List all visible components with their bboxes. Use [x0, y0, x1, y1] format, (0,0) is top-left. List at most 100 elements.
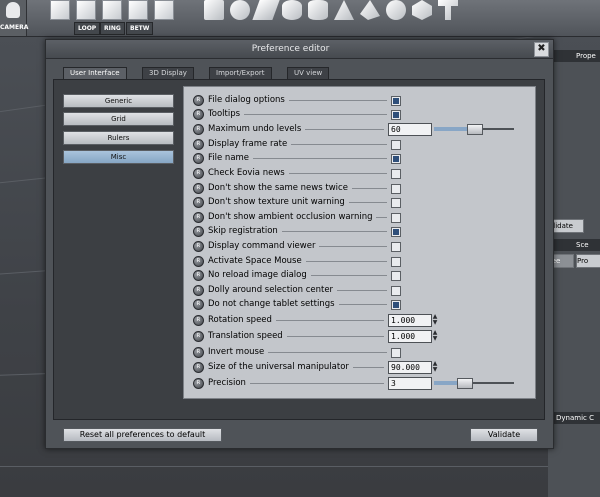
pref-checkbox[interactable] — [391, 96, 401, 106]
validate-button[interactable]: Validate — [470, 428, 538, 442]
pref-value-field[interactable]: 3 — [388, 377, 432, 390]
loop-button[interactable]: LOOP — [74, 22, 101, 35]
dialog-titlebar[interactable]: Preference editor ✖ — [46, 40, 553, 59]
torus-primitive-icon[interactable] — [386, 0, 406, 20]
tab-import-export[interactable]: Import/Export — [209, 67, 272, 79]
reset-pref-icon[interactable]: R — [193, 285, 204, 296]
reset-pref-icon[interactable]: R — [193, 212, 204, 223]
pref-slider-thumb[interactable] — [467, 124, 483, 135]
reset-pref-icon[interactable]: R — [193, 109, 204, 120]
pref-leader-line — [253, 158, 387, 159]
pref-value-field[interactable]: 60 — [388, 123, 432, 136]
pref-checkbox[interactable] — [391, 300, 401, 310]
reset-preferences-button[interactable]: Reset all preferences to default — [63, 428, 222, 442]
reset-pref-icon[interactable]: R — [193, 362, 204, 373]
selection-toolbar: LOOP RING BETW — [48, 0, 190, 36]
reset-pref-icon[interactable]: R — [193, 378, 204, 389]
close-button[interactable]: ✖ — [534, 42, 549, 57]
right-side-panel — [548, 50, 600, 497]
category-generic[interactable]: Generic — [63, 94, 174, 108]
pref-value-field[interactable]: 90.000 — [388, 361, 432, 374]
pref-checkbox[interactable] — [391, 242, 401, 252]
pref-checkbox[interactable] — [391, 169, 401, 179]
reset-pref-icon[interactable]: R — [193, 95, 204, 106]
pref-label: Check Eovia news — [208, 168, 285, 178]
reset-pref-icon[interactable]: R — [193, 183, 204, 194]
pref-row: R Don't show ambient occlusion warning — [184, 210, 535, 224]
pref-row: R Dolly around selection center — [184, 283, 535, 297]
pref-spin-arrows-icon[interactable]: ▲ ▼ — [432, 330, 438, 342]
reset-pref-icon[interactable]: R — [193, 270, 204, 281]
main-toolbar: CAMERA LOOP RING BETW — [0, 0, 600, 37]
cone-primitive-icon[interactable] — [334, 0, 354, 20]
pref-label: Do not change tablet settings — [208, 299, 335, 309]
pref-row: R Don't show the same news twice — [184, 181, 535, 195]
reset-pref-icon[interactable]: R — [193, 299, 204, 310]
pref-checkbox[interactable] — [391, 348, 401, 358]
select-mode-cube-icon[interactable] — [154, 0, 174, 20]
reset-pref-icon[interactable]: R — [193, 139, 204, 150]
polyhedron-primitive-icon[interactable] — [412, 0, 432, 20]
pref-checkbox[interactable] — [391, 286, 401, 296]
pref-checkbox[interactable] — [391, 213, 401, 223]
pref-checkbox[interactable] — [391, 227, 401, 237]
scene-properties-tab[interactable]: Pro — [576, 254, 600, 268]
pref-row: R Translation speed 1.000 ▲ ▼ — [184, 329, 535, 343]
ring-button[interactable]: RING — [100, 22, 125, 35]
pref-label: File name — [208, 153, 250, 163]
pref-checkbox[interactable] — [391, 271, 401, 281]
camera-button[interactable]: CAMERA — [0, 0, 28, 36]
reset-pref-icon[interactable]: R — [193, 197, 204, 208]
select-mode-cube-icon[interactable] — [50, 0, 70, 20]
camera-icon — [6, 2, 20, 18]
cube-primitive-icon[interactable] — [204, 0, 224, 20]
category-misc[interactable]: Misc — [63, 150, 174, 164]
preferences-list: R File dialog options R Tooltips R Maximum un… — [183, 86, 536, 399]
tab-uv-view[interactable]: UV view — [287, 67, 330, 79]
text-primitive-icon[interactable] — [438, 0, 458, 20]
pref-checkbox[interactable] — [391, 140, 401, 150]
pref-row: R Do not change tablet settings — [184, 297, 535, 311]
pref-leader-line — [352, 188, 387, 189]
select-mode-cube-icon[interactable] — [102, 0, 122, 20]
reset-pref-icon[interactable]: R — [193, 315, 204, 326]
pref-checkbox[interactable] — [391, 110, 401, 120]
pref-checkbox[interactable] — [391, 154, 401, 164]
disc-primitive-icon[interactable] — [282, 0, 302, 20]
select-mode-cube-icon[interactable] — [128, 0, 148, 20]
pref-label: Tooltips — [208, 109, 241, 119]
category-grid[interactable]: Grid — [63, 112, 174, 126]
pref-spin-arrows-icon[interactable]: ▲ ▼ — [432, 314, 438, 326]
reset-pref-icon[interactable]: R — [193, 124, 204, 135]
tab-3d-display[interactable]: 3D Display — [142, 67, 194, 79]
pref-spin-arrows-icon[interactable]: ▲ ▼ — [432, 361, 438, 373]
reset-pref-icon[interactable]: R — [193, 256, 204, 267]
scene-panel-header: Sce — [548, 239, 600, 251]
pref-label: Display frame rate — [208, 139, 288, 149]
select-mode-cube-icon[interactable] — [76, 0, 96, 20]
pref-label: Skip registration — [208, 226, 278, 236]
plane-primitive-icon[interactable] — [252, 0, 280, 20]
pref-row: R Activate Space Mouse — [184, 254, 535, 268]
sphere-primitive-icon[interactable] — [230, 0, 250, 20]
pref-row: R No reload image dialog — [184, 268, 535, 282]
reset-pref-icon[interactable]: R — [193, 168, 204, 179]
pref-leader-line — [276, 320, 384, 321]
pref-value-field[interactable]: 1.000 — [388, 330, 432, 343]
reset-pref-icon[interactable]: R — [193, 347, 204, 358]
pref-leader-line — [319, 246, 387, 247]
reset-pref-icon[interactable]: R — [193, 331, 204, 342]
pref-slider-thumb[interactable] — [457, 378, 473, 389]
reset-pref-icon[interactable]: R — [193, 226, 204, 237]
pref-leader-line — [337, 290, 387, 291]
between-button[interactable]: BETW — [126, 22, 154, 35]
pref-checkbox[interactable] — [391, 184, 401, 194]
pref-checkbox[interactable] — [391, 257, 401, 267]
reset-pref-icon[interactable]: R — [193, 153, 204, 164]
pyramid-primitive-icon[interactable] — [360, 0, 380, 20]
pref-checkbox[interactable] — [391, 198, 401, 208]
reset-pref-icon[interactable]: R — [193, 241, 204, 252]
cylinder-primitive-icon[interactable] — [308, 0, 328, 20]
category-rulers[interactable]: Rulers — [63, 131, 174, 145]
pref-value-field[interactable]: 1.000 — [388, 314, 432, 327]
